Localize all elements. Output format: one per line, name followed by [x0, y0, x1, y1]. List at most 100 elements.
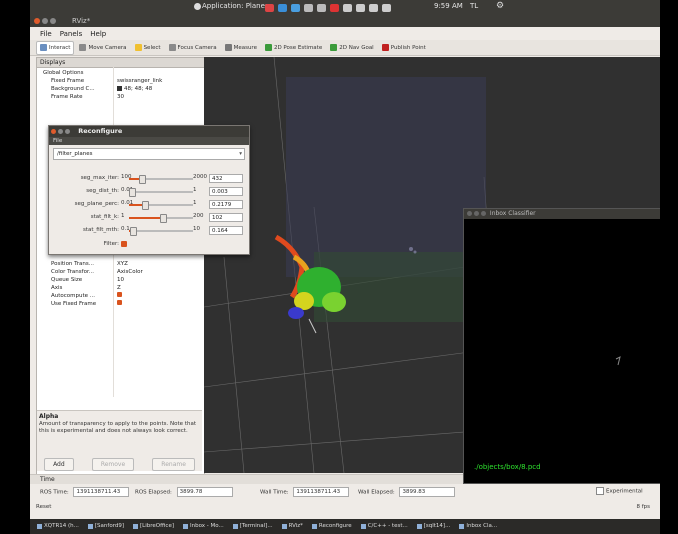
reset-button[interactable]: Reset [36, 504, 51, 510]
property-value[interactable]: Z [117, 284, 121, 292]
add-button[interactable]: Add [44, 457, 74, 471]
taskbar-item[interactable]: XQTR14 (h... [34, 521, 82, 532]
ros-time-value[interactable]: 1391138711.43 [73, 487, 130, 497]
property-value[interactable]: 30 [117, 93, 124, 101]
property-value[interactable] [117, 292, 122, 300]
display-property-row[interactable]: Global Options [37, 69, 202, 77]
menu-panels[interactable]: Panels [60, 30, 83, 38]
taskbar-item[interactable]: [LibreOffice] [130, 521, 177, 532]
display-property-row[interactable]: Axis Z [37, 284, 202, 292]
wall-elapsed-value[interactable]: 3899.83 [399, 487, 456, 497]
taskbar-label: RViz* [288, 523, 303, 529]
taskbar-item[interactable]: C/C++ - test... [358, 521, 411, 532]
clock[interactable]: 9:59 AM [434, 2, 463, 10]
battery-tray-icon[interactable] [356, 3, 365, 12]
toolbar-interact-button[interactable]: Interact [36, 40, 75, 55]
property-value[interactable]: swissranger_link [117, 77, 162, 85]
description-text: Amount of transparency to apply to the p… [39, 421, 196, 434]
taskbar-item[interactable]: Reconfigure [309, 521, 355, 532]
param-value-input[interactable]: 102 [209, 213, 243, 222]
experimental-checkbox[interactable]: Experimental [596, 487, 643, 495]
toolbar-select-button[interactable]: Select [132, 42, 164, 54]
maximize-icon[interactable] [481, 211, 486, 216]
close-icon[interactable] [51, 128, 56, 134]
reconfigure-dialog: Reconfigure File /filter_planes ▾ seg_ma… [48, 125, 250, 255]
display-property-row[interactable]: Color Transfor... AxisColor [37, 268, 202, 276]
property-value[interactable]: 48; 48; 48 [117, 85, 152, 93]
property-value[interactable] [117, 300, 122, 308]
gear-icon[interactable]: ⚙ [496, 1, 504, 11]
display-property-row[interactable]: Autocompute ... [37, 292, 202, 300]
taskbar-item[interactable]: [Terminal]... [230, 521, 276, 532]
display-property-row[interactable]: Use Fixed Frame [37, 300, 202, 308]
toolbar-move-camera-button[interactable]: Move Camera [76, 42, 129, 54]
taskbar-item[interactable]: RViz* [279, 521, 306, 532]
taskbar-item[interactable]: [Sanford9] [85, 521, 127, 532]
slider-handle[interactable] [141, 201, 149, 210]
application-menu-icon[interactable] [194, 3, 201, 10]
property-checkbox[interactable] [117, 292, 122, 297]
param-slider[interactable] [129, 188, 193, 197]
display-property-row[interactable]: Frame Rate 30 [37, 93, 202, 101]
param-min: 1 [121, 213, 125, 219]
property-value[interactable]: 10 [117, 276, 124, 284]
slider-handle[interactable] [159, 214, 167, 223]
taskbar-item[interactable]: Inbox Cla... [456, 521, 500, 532]
ros-elapsed-value[interactable]: 3899.78 [176, 487, 233, 497]
minimize-icon[interactable] [58, 128, 63, 134]
record-tray-icon[interactable] [330, 3, 339, 12]
slider-handle[interactable] [139, 175, 147, 184]
param-slider[interactable] [129, 227, 193, 236]
toolbar-publish-point-button[interactable]: Publish Point [379, 42, 429, 54]
slider-handle[interactable] [129, 227, 137, 236]
filter-checkbox[interactable] [121, 241, 127, 247]
dropbox-tray-icon[interactable] [291, 3, 300, 12]
skype-tray-icon[interactable] [278, 3, 287, 12]
minimize-icon[interactable] [474, 211, 479, 216]
color-swatch[interactable] [117, 86, 122, 91]
taskbar-item[interactable]: [sqlt14]... [414, 521, 454, 532]
close-icon[interactable] [34, 18, 40, 24]
user-name[interactable]: TL [470, 2, 478, 10]
param-value-input[interactable]: 0.2179 [209, 200, 243, 209]
toolbar-focus-camera-button[interactable]: Focus Camera [166, 42, 220, 54]
minimize-icon[interactable] [42, 18, 48, 24]
node-select[interactable]: /filter_planes ▾ [53, 148, 245, 160]
wifi-tray-icon[interactable] [369, 3, 378, 12]
reconfigure-menu-file[interactable]: File [49, 137, 249, 145]
remove-button[interactable]: Remove [91, 457, 135, 471]
volume-tray-icon[interactable] [382, 3, 391, 12]
checkbox-box[interactable] [596, 487, 604, 495]
close-icon[interactable] [467, 211, 472, 216]
network-tray-icon[interactable] [304, 3, 313, 12]
rename-button[interactable]: Rename [152, 457, 195, 471]
taskbar-item[interactable]: Inbox - Mo... [180, 521, 227, 532]
display-property-row[interactable]: Background C... 48; 48; 48 [37, 85, 202, 93]
maximize-icon[interactable] [50, 18, 56, 24]
chrome-tray-icon[interactable] [265, 3, 274, 12]
toolbar-nav-goal-button[interactable]: 2D Nav Goal [327, 42, 377, 54]
menu-help[interactable]: Help [90, 30, 106, 38]
slider-handle[interactable] [129, 188, 136, 197]
bluetooth-tray-icon[interactable] [317, 3, 326, 12]
param-value-input[interactable]: 432 [209, 174, 243, 183]
filter-row: Filter: [49, 239, 249, 250]
desktop-screen: Application: Planes 9:59 AM TL ⚙ RViz* F… [30, 0, 660, 534]
property-checkbox[interactable] [117, 300, 122, 305]
property-value[interactable]: AxisColor [117, 268, 143, 276]
menu-file[interactable]: File [40, 30, 52, 38]
param-slider[interactable] [129, 214, 193, 223]
param-value-input[interactable]: 0.003 [209, 187, 243, 196]
maximize-icon[interactable] [65, 128, 70, 134]
display-property-row[interactable]: Position Trans... XYZ [37, 260, 202, 268]
display-property-row[interactable]: Fixed Frame swissranger_link [37, 77, 202, 85]
toolbar-measure-button[interactable]: Measure [222, 42, 260, 54]
property-value[interactable]: XYZ [117, 260, 128, 268]
mail-tray-icon[interactable] [343, 3, 352, 12]
display-property-row[interactable]: Queue Size 10 [37, 276, 202, 284]
toolbar-pose-estimate-button[interactable]: 2D Pose Estimate [262, 42, 325, 54]
param-slider[interactable] [129, 175, 193, 184]
wall-time-value[interactable]: 1391138711.43 [293, 487, 350, 497]
param-value-input[interactable]: 0.164 [209, 226, 243, 235]
param-slider[interactable] [129, 201, 193, 210]
